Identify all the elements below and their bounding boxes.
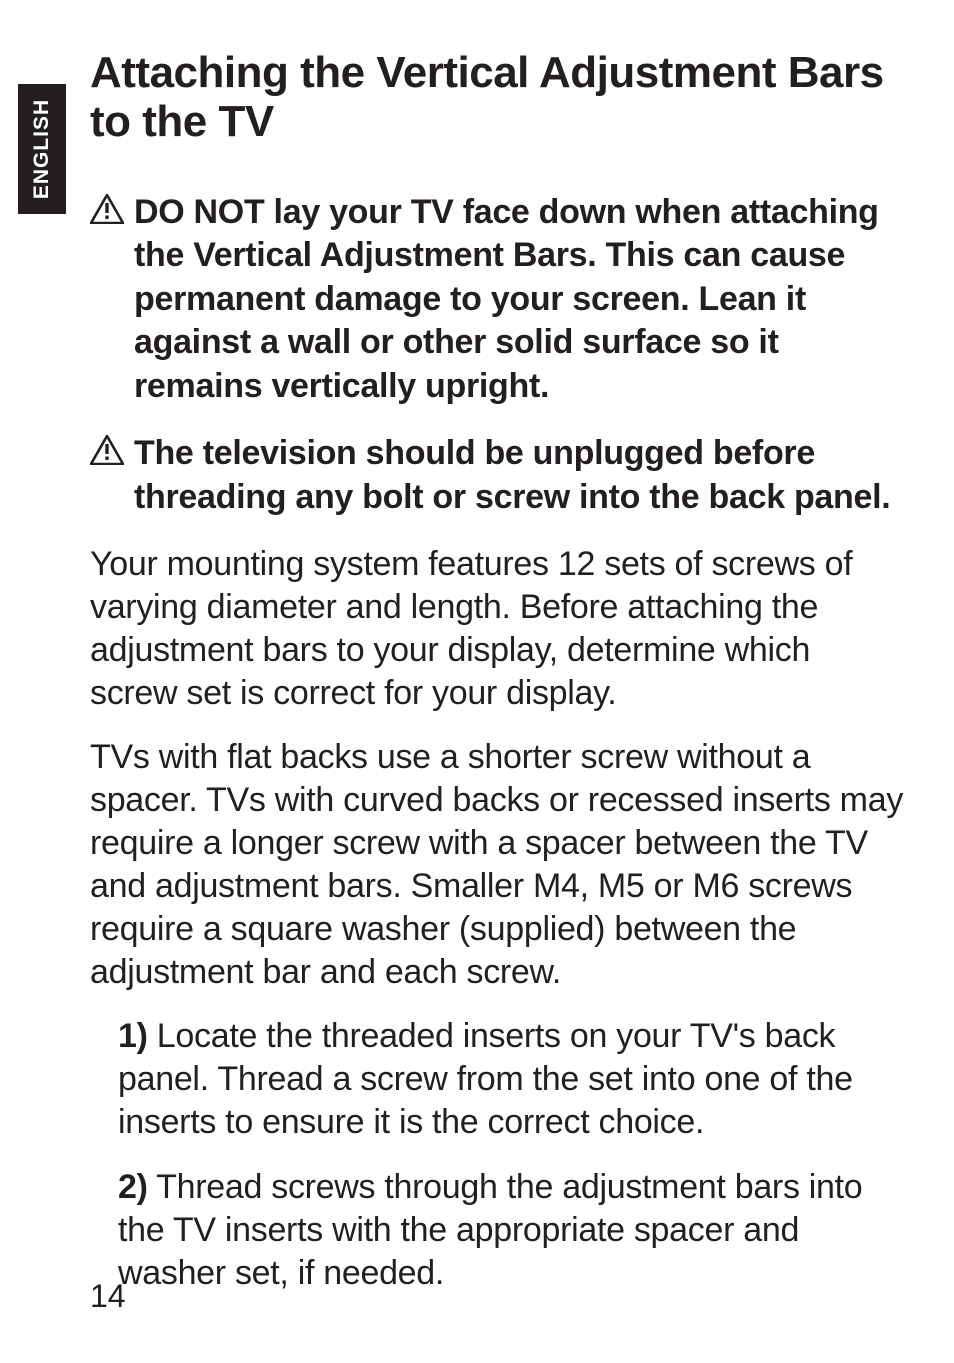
warning-note: DO NOT lay your TV face down when attach…	[90, 191, 906, 409]
steps-list: 1) Locate the threaded inserts on your T…	[90, 1015, 906, 1294]
body-paragraph: Your mounting system features 12 sets of…	[90, 543, 906, 714]
warning-icon	[90, 435, 124, 465]
warning-icon	[90, 194, 124, 224]
warning-text: DO NOT lay your TV face down when attach…	[134, 191, 906, 409]
list-item: 1) Locate the threaded inserts on your T…	[118, 1015, 906, 1143]
step-text: Locate the threaded inserts on your TV's…	[118, 1017, 853, 1141]
warning-note: The television should be unplugged befor…	[90, 432, 906, 519]
step-number: 2)	[118, 1168, 148, 1206]
page-number: 14	[90, 1278, 126, 1315]
warning-text: The television should be unplugged befor…	[134, 432, 906, 519]
language-tab: ENGLISH	[18, 84, 66, 214]
list-item: 2) Thread screws through the adjustment …	[118, 1166, 906, 1294]
page-title: Attaching the Vertical Adjustment Bars t…	[90, 48, 906, 147]
body-paragraph: TVs with flat backs use a shorter screw …	[90, 736, 906, 993]
language-label: ENGLISH	[30, 99, 54, 199]
page-container: ENGLISH Attaching the Vertical Adjustmen…	[0, 0, 954, 1363]
step-number: 1)	[118, 1017, 148, 1055]
step-text: Thread screws through the adjustment bar…	[118, 1168, 862, 1292]
